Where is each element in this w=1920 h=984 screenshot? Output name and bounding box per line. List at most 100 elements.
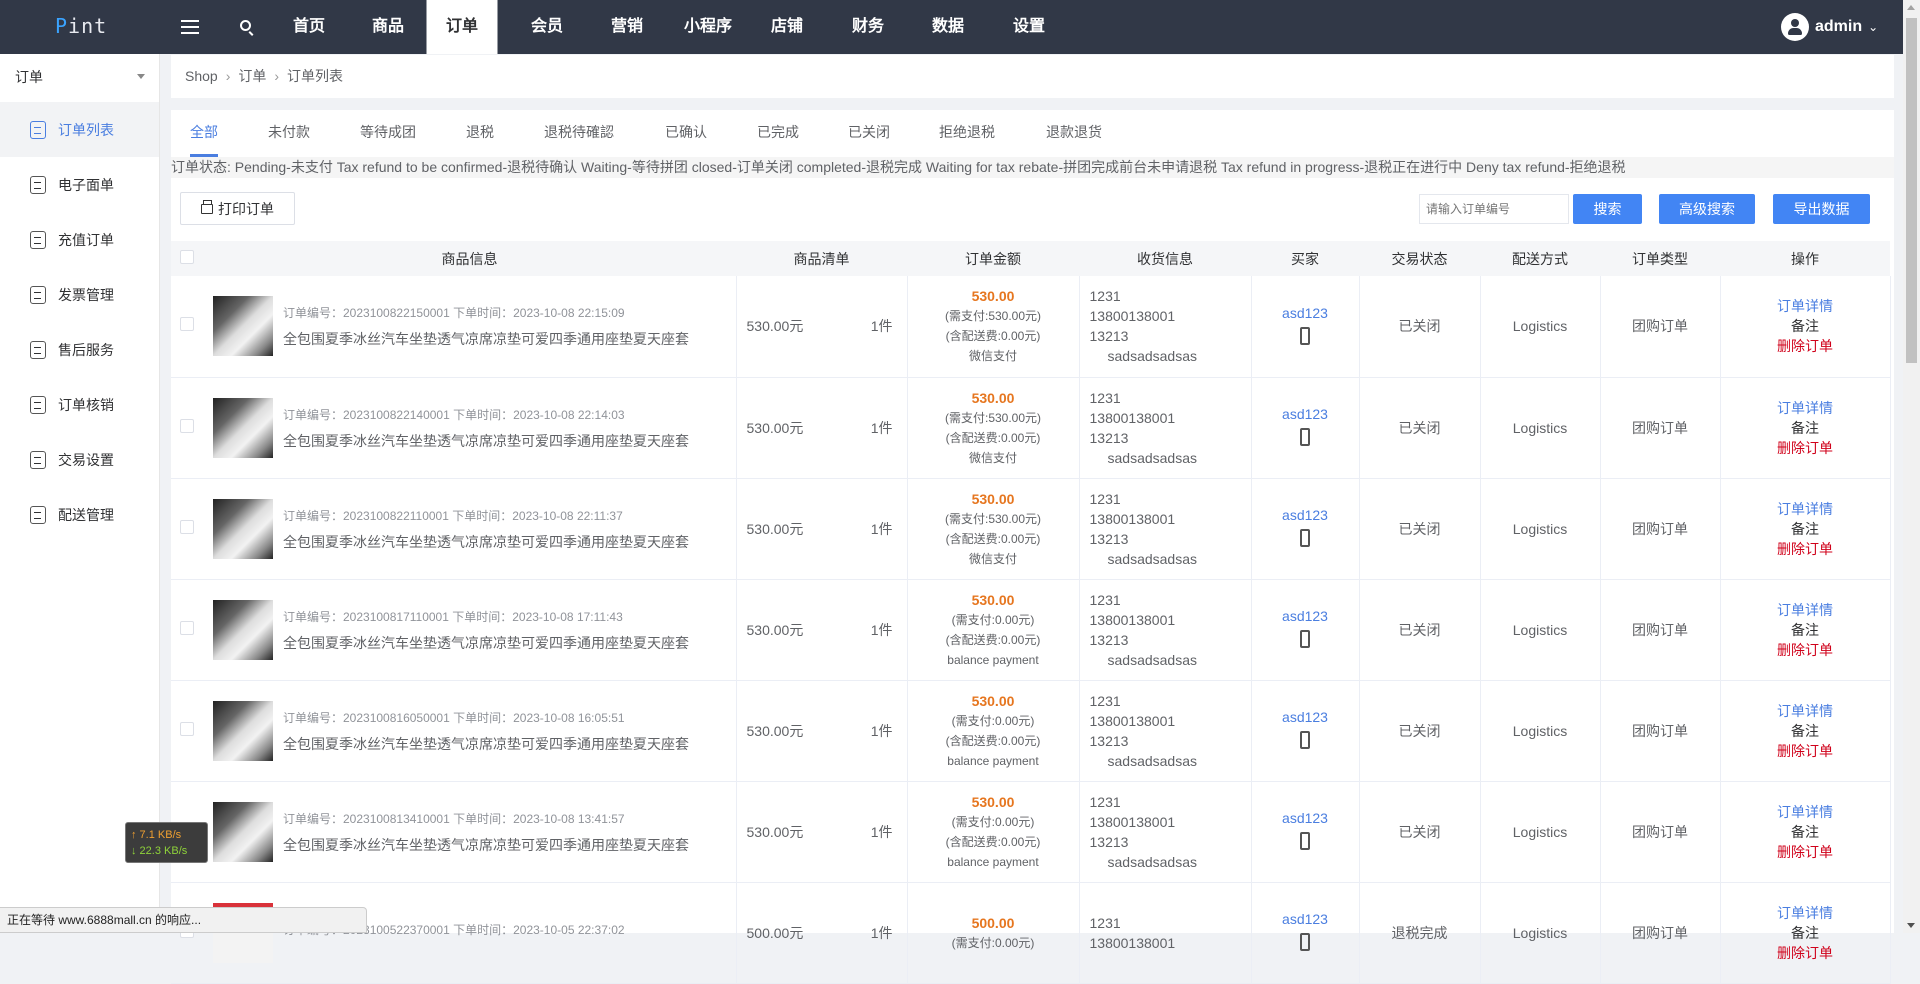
address-line: 1231: [1090, 388, 1251, 408]
note-link[interactable]: 备注: [1721, 519, 1890, 539]
delete-order-link[interactable]: 删除订单: [1721, 842, 1890, 862]
nav-item-5[interactable]: 小程序: [678, 0, 738, 54]
delete-order-link[interactable]: 删除订单: [1721, 336, 1890, 356]
search-button[interactable]: 搜索: [1573, 194, 1642, 224]
scrollbar-thumb[interactable]: [1906, 18, 1917, 363]
product-name[interactable]: 全包围夏季冰丝汽车坐垫透气凉席凉垫可爱四季通用座垫夏天座套: [283, 431, 689, 451]
note-link[interactable]: 备注: [1721, 721, 1890, 741]
menu-icon[interactable]: [181, 20, 199, 34]
order-detail-link[interactable]: 订单详情: [1721, 802, 1890, 822]
nav-item-1[interactable]: 商品: [366, 0, 410, 54]
tab-3[interactable]: 退税: [466, 122, 494, 142]
note-link[interactable]: 备注: [1721, 418, 1890, 438]
tab-5[interactable]: 已确认: [665, 122, 707, 142]
delete-order-link[interactable]: 删除订单: [1721, 943, 1890, 963]
order-detail-link[interactable]: 订单详情: [1721, 600, 1890, 620]
sidebar-item-5[interactable]: 订单核销: [0, 377, 159, 432]
tab-9[interactable]: 退款退货: [1046, 122, 1102, 142]
nav-item-4[interactable]: 营销: [605, 0, 649, 54]
tab-1[interactable]: 未付款: [268, 122, 310, 142]
row-checkbox[interactable]: [180, 419, 194, 433]
scroll-down-icon[interactable]: [1907, 923, 1915, 928]
row-checkbox[interactable]: [180, 621, 194, 635]
page-scrollbar[interactable]: [1903, 0, 1920, 933]
address-line: sadsadsadsas: [1090, 448, 1251, 468]
tab-7[interactable]: 已关闭: [848, 122, 890, 142]
sidebar-dropdown[interactable]: 订单: [0, 54, 159, 102]
order-detail-link[interactable]: 订单详情: [1721, 701, 1890, 721]
product-thumbnail[interactable]: [213, 701, 273, 761]
sidebar-item-label: 发票管理: [58, 285, 114, 305]
sidebar-item-4[interactable]: 售后服务: [0, 322, 159, 377]
buyer-link[interactable]: asd123: [1252, 404, 1359, 424]
sidebar-item-7[interactable]: 配送管理: [0, 487, 159, 542]
order-amount: 530.00: [908, 388, 1079, 408]
print-order-button[interactable]: 打印订单: [180, 192, 295, 225]
sidebar-item-2[interactable]: 充值订单: [0, 212, 159, 267]
product-name[interactable]: 全包围夏季冰丝汽车坐垫透气凉席凉垫可爱四季通用座垫夏天座套: [283, 329, 689, 349]
row-checkbox[interactable]: [180, 722, 194, 736]
buyer-link[interactable]: asd123: [1252, 808, 1359, 828]
buyer-link[interactable]: asd123: [1252, 505, 1359, 525]
column-header: 商品清单: [736, 241, 907, 276]
product-name[interactable]: 全包围夏季冰丝汽车坐垫透气凉席凉垫可爱四季通用座垫夏天座套: [283, 532, 689, 552]
buyer-link[interactable]: asd123: [1252, 606, 1359, 626]
advanced-search-button[interactable]: 高级搜索: [1659, 194, 1755, 224]
amount-due: (需支付:530.00元): [908, 509, 1079, 529]
breadcrumb-order[interactable]: 订单: [238, 68, 266, 84]
tab-8[interactable]: 拒绝退税: [939, 122, 995, 142]
order-detail-link[interactable]: 订单详情: [1721, 296, 1890, 316]
product-thumbnail[interactable]: [213, 600, 273, 660]
delete-order-link[interactable]: 删除订单: [1721, 640, 1890, 660]
delivery-method: Logistics: [1480, 781, 1600, 882]
buyer-link[interactable]: asd123: [1252, 707, 1359, 727]
product-thumbnail[interactable]: [213, 296, 273, 356]
tab-2[interactable]: 等待成团: [360, 122, 416, 142]
order-number-search-input[interactable]: [1419, 194, 1569, 224]
product-thumbnail[interactable]: [213, 398, 273, 458]
note-link[interactable]: 备注: [1721, 620, 1890, 640]
nav-item-2[interactable]: 订单: [427, 0, 498, 54]
row-checkbox[interactable]: [180, 317, 194, 331]
delete-order-link[interactable]: 删除订单: [1721, 539, 1890, 559]
nav-item-3[interactable]: 会员: [525, 0, 569, 54]
product-name[interactable]: 全包围夏季冰丝汽车坐垫透气凉席凉垫可爱四季通用座垫夏天座套: [283, 835, 689, 855]
product-name[interactable]: 全包围夏季冰丝汽车坐垫透气凉席凉垫可爱四季通用座垫夏天座套: [283, 734, 689, 754]
export-data-button[interactable]: 导出数据: [1773, 194, 1870, 224]
tab-4[interactable]: 退税待確認: [544, 122, 614, 142]
nav-item-6[interactable]: 店铺: [765, 0, 809, 54]
address-line: sadsadsadsas: [1090, 852, 1251, 872]
tab-0[interactable]: 全部: [190, 122, 218, 142]
note-link[interactable]: 备注: [1721, 822, 1890, 842]
tab-6[interactable]: 已完成: [757, 122, 799, 142]
user-menu[interactable]: admin ⌄: [1781, 13, 1878, 41]
order-detail-link[interactable]: 订单详情: [1721, 398, 1890, 418]
select-all-checkbox[interactable]: [171, 241, 203, 276]
scroll-up-icon[interactable]: [1907, 5, 1915, 10]
delete-order-link[interactable]: 删除订单: [1721, 741, 1890, 761]
product-thumbnail[interactable]: [213, 802, 273, 862]
breadcrumb-shop[interactable]: Shop: [185, 68, 218, 84]
nav-item-7[interactable]: 财务: [846, 0, 890, 54]
trade-status: 已关闭: [1359, 276, 1480, 377]
delete-order-link[interactable]: 删除订单: [1721, 438, 1890, 458]
nav-item-9[interactable]: 设置: [1007, 0, 1051, 54]
nav-item-0[interactable]: 首页: [287, 0, 331, 54]
row-checkbox[interactable]: [180, 520, 194, 534]
sidebar-item-3[interactable]: 发票管理: [0, 267, 159, 322]
sidebar-item-1[interactable]: 电子面单: [0, 157, 159, 212]
buyer-link[interactable]: asd123: [1252, 303, 1359, 323]
product-thumbnail[interactable]: [213, 499, 273, 559]
sidebar-item-0[interactable]: 订单列表: [0, 102, 159, 157]
product-name[interactable]: 全包围夏季冰丝汽车坐垫透气凉席凉垫可爱四季通用座垫夏天座套: [283, 633, 689, 653]
sidebar-item-6[interactable]: 交易设置: [0, 432, 159, 487]
order-detail-link[interactable]: 订单详情: [1721, 499, 1890, 519]
column-header: 操作: [1720, 241, 1890, 276]
search-icon[interactable]: [240, 20, 251, 31]
nav-item-8[interactable]: 数据: [926, 0, 970, 54]
order-detail-link[interactable]: 订单详情: [1721, 903, 1890, 923]
note-link[interactable]: 备注: [1721, 316, 1890, 336]
order-number: 订单编号：2023100822140001 下单时间：2023-10-08 22…: [283, 405, 689, 425]
address-line: 13213: [1090, 731, 1251, 751]
buyer-link[interactable]: asd123: [1252, 909, 1359, 929]
